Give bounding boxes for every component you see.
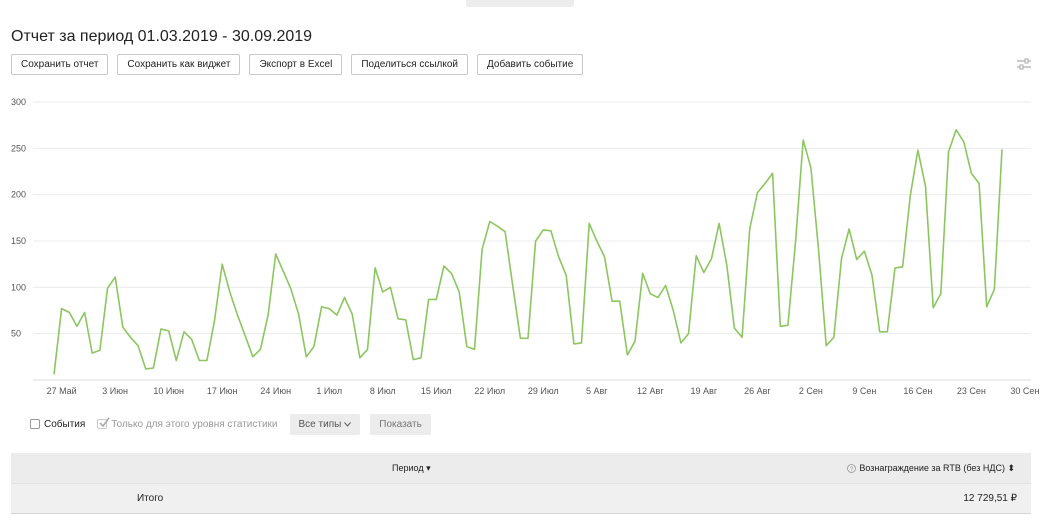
period-column-header[interactable]: Период ▾: [392, 463, 431, 474]
x-tick-label: 8 Июл: [370, 386, 396, 396]
total-value: 12 729,51 ₽: [963, 493, 1017, 504]
y-tick-label: 150: [11, 236, 26, 246]
x-tick-label: 15 Июл: [421, 386, 452, 396]
table-row-total: Итого 12 729,51 ₽: [11, 483, 1031, 514]
share-link-button[interactable]: Поделиться ссылкой: [351, 54, 468, 75]
save-widget-button[interactable]: Сохранить как виджет: [117, 54, 241, 75]
save-report-button[interactable]: Сохранить отчет: [11, 54, 109, 75]
x-tick-label: 1 Июл: [316, 386, 342, 396]
total-label: Итого: [137, 493, 164, 504]
series-line: [53, 128, 1003, 375]
export-excel-button[interactable]: Экспорт в Excel: [249, 54, 343, 75]
help-icon[interactable]: ?: [847, 464, 857, 473]
y-tick-label: 250: [11, 143, 26, 153]
page-title: Отчет за период 01.03.2019 - 30.09.2019: [11, 28, 313, 45]
x-tick-label: 27 Май: [47, 386, 77, 396]
x-tick-label: 10 Июн: [153, 386, 184, 396]
show-button[interactable]: Показать: [370, 413, 431, 435]
x-tick-label: 17 Июн: [207, 386, 238, 396]
y-tick-label: 50: [11, 329, 21, 339]
x-tick-label: 22 Июл: [474, 386, 505, 396]
y-tick-label: 300: [11, 97, 26, 107]
events-checkbox[interactable]: [30, 419, 40, 429]
reward-column-label: Вознаграждение за RTB (без НДС) ⬍: [859, 463, 1015, 473]
x-tick-label: 23 Сен: [957, 386, 986, 396]
reward-column-header[interactable]: ? Вознаграждение за RTB (без НДС) ⬍: [847, 463, 1015, 474]
x-tick-label: 24 Июн: [260, 386, 291, 396]
x-tick-label: 19 Авг: [691, 386, 718, 396]
all-types-label: Все типы: [298, 418, 342, 430]
x-tick-label: 30 Сен: [1010, 386, 1039, 396]
top-tab[interactable]: [466, 0, 574, 7]
level-only-label: Только для этого уровня статистики: [111, 418, 278, 430]
report-toolbar: Сохранить отчет Сохранить как виджет Экс…: [11, 54, 584, 75]
chart-controls: События Только для этого уровня статисти…: [30, 413, 431, 435]
events-label: События: [44, 418, 86, 430]
x-tick-label: 26 Авг: [744, 386, 771, 396]
level-only-checkbox[interactable]: [97, 417, 110, 429]
x-tick-label: 29 Июл: [528, 386, 559, 396]
x-tick-label: 5 Авг: [586, 386, 608, 396]
x-tick-label: 12 Авг: [637, 386, 664, 396]
x-tick-label: 16 Сен: [903, 386, 932, 396]
x-tick-label: 3 Июн: [102, 386, 128, 396]
check-icon: [99, 417, 110, 428]
x-tick-label: 9 Сен: [852, 386, 876, 396]
sliders-icon[interactable]: [1017, 58, 1031, 70]
stats-table: Период ▾ ? Вознаграждение за RTB (без НД…: [11, 453, 1031, 514]
chevron-down-icon: [344, 421, 352, 427]
add-event-button[interactable]: Добавить событие: [477, 54, 584, 75]
x-tick-label: 2 Сен: [799, 386, 823, 396]
report-chart: 300 250 200 150 100 50 27 Май 3 Июн 10 Июн 17 Июн…: [11, 97, 1039, 396]
y-tick-label: 200: [11, 190, 26, 200]
all-types-dropdown[interactable]: Все типы: [289, 413, 361, 435]
table-header: Период ▾ ? Вознаграждение за RTB (без НД…: [11, 453, 1031, 483]
y-tick-label: 100: [11, 282, 26, 292]
